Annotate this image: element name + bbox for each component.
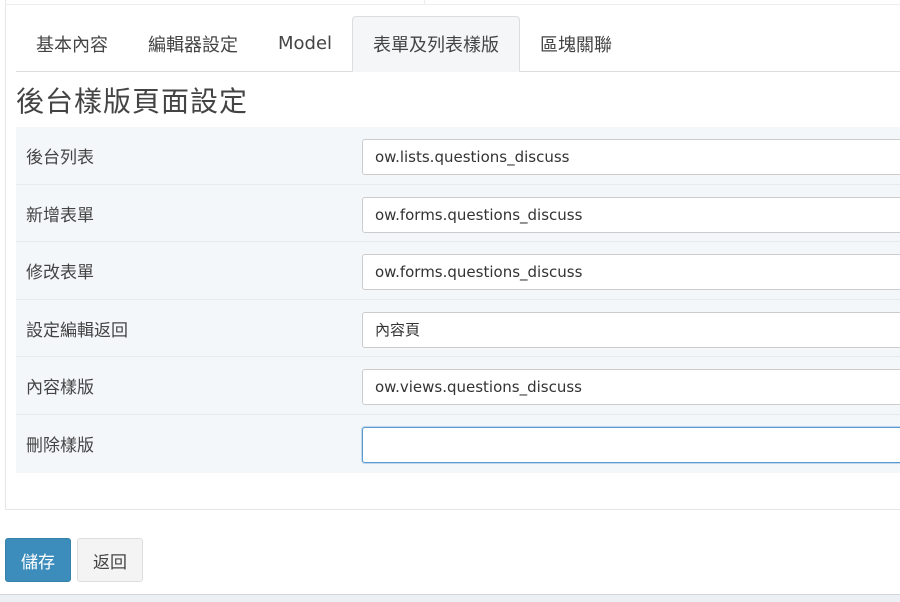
admin-list-input[interactable] — [362, 139, 900, 175]
edit-form-label: 修改表單 — [26, 263, 94, 284]
content-template-input[interactable] — [362, 369, 900, 406]
edit-return-label: 設定編輯返回 — [26, 320, 128, 341]
page-title: 後台樣版頁面設定 — [16, 85, 249, 118]
back-button[interactable]: 返回 — [77, 538, 143, 582]
tab-editor-settings[interactable]: 編輯器設定 — [128, 16, 258, 71]
form-row-admin-list: 後台列表 — [16, 127, 900, 185]
delete-template-label: 刪除樣版 — [26, 435, 94, 456]
top-divider-tick — [424, 0, 425, 4]
form-row-edit-form: 修改表單 — [16, 242, 900, 300]
form-row-create-form: 新增表單 — [16, 185, 900, 243]
template-settings-form: 後台列表 新增表單 修改表單 設定編輯返回 內容樣版 刪除樣版 — [16, 127, 900, 473]
save-button[interactable]: 儲存 — [5, 538, 71, 582]
tab-basic-content[interactable]: 基本內容 — [16, 16, 128, 71]
admin-list-label: 後台列表 — [26, 148, 94, 168]
content-template-label: 內容樣版 — [26, 378, 94, 399]
create-form-label: 新增表單 — [26, 205, 94, 226]
form-row-content-template: 內容樣版 — [16, 357, 900, 415]
edit-form-input[interactable] — [362, 254, 900, 291]
tab-model[interactable]: Model — [258, 16, 352, 71]
tab-form-list-templates[interactable]: 表單及列表樣版 — [352, 16, 521, 72]
form-row-edit-return: 設定編輯返回 — [16, 300, 900, 358]
delete-template-input[interactable] — [362, 426, 900, 463]
edit-return-input[interactable] — [362, 311, 900, 348]
footer-bar — [0, 594, 900, 602]
top-divider — [5, 4, 900, 5]
create-form-input[interactable] — [362, 196, 900, 233]
tab-block-relations[interactable]: 區塊關聯 — [520, 16, 632, 71]
tab-bar: 基本內容 編輯器設定 Model 表單及列表樣版 區塊關聯 — [16, 15, 900, 72]
form-row-delete-template: 刪除樣版 — [16, 415, 900, 473]
